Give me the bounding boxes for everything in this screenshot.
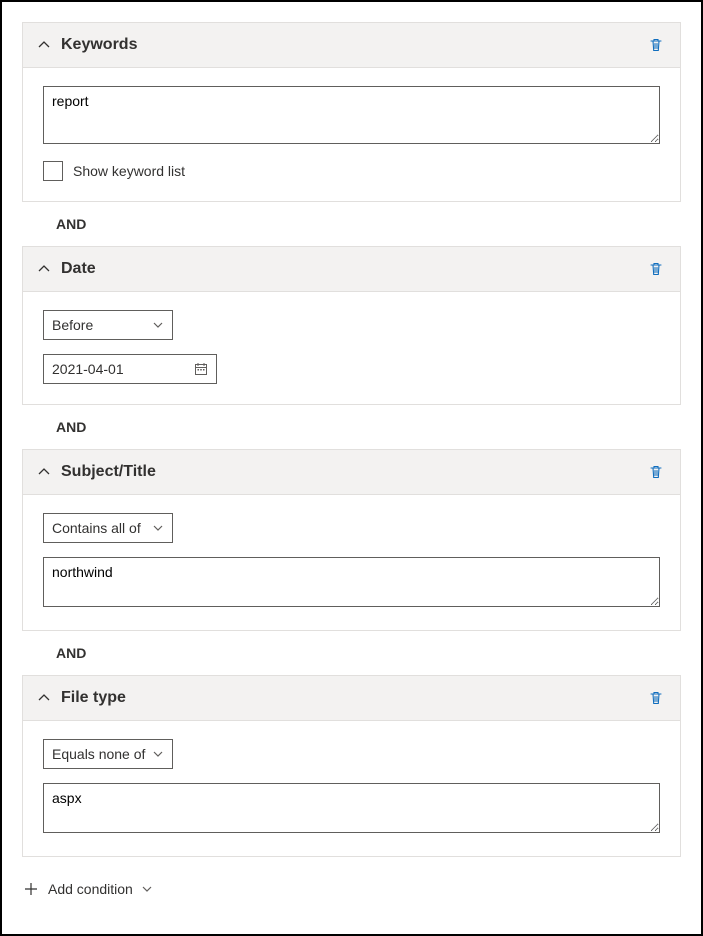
plus-icon [24, 882, 38, 896]
chevron-down-icon [141, 883, 153, 895]
select-value: Contains all of [52, 520, 141, 536]
trash-icon[interactable] [646, 35, 666, 55]
add-condition-label: Add condition [48, 881, 133, 897]
operator-label: AND [56, 645, 681, 661]
card-header[interactable]: File type [23, 676, 680, 721]
card-header[interactable]: Keywords [23, 23, 680, 68]
subject-operator-select[interactable]: Contains all of [43, 513, 173, 543]
card-body: Contains all of [23, 495, 680, 630]
operator-label: AND [56, 419, 681, 435]
date-value: 2021-04-01 [52, 361, 124, 377]
add-condition-button[interactable]: Add condition [22, 877, 681, 901]
trash-icon[interactable] [646, 259, 666, 279]
card-body: Before 2021-04-01 [23, 292, 680, 404]
subject-input[interactable] [43, 557, 660, 607]
card-title: File type [61, 689, 646, 707]
card-header[interactable]: Subject/Title [23, 450, 680, 495]
chevron-down-icon [152, 522, 164, 534]
show-keyword-list-row: Show keyword list [43, 161, 660, 181]
condition-card-filetype: File type Equals none of [22, 675, 681, 857]
card-title: Subject/Title [61, 463, 646, 481]
date-operator-select[interactable]: Before [43, 310, 173, 340]
select-value: Before [52, 317, 93, 333]
card-body: Show keyword list [23, 68, 680, 201]
chevron-down-icon [152, 319, 164, 331]
condition-card-date: Date Before 2021-04-01 [22, 246, 681, 405]
chevron-down-icon [152, 748, 164, 760]
chevron-up-icon [37, 38, 51, 52]
calendar-icon[interactable] [194, 362, 208, 376]
chevron-up-icon [37, 465, 51, 479]
date-input[interactable]: 2021-04-01 [43, 354, 217, 384]
chevron-up-icon [37, 262, 51, 276]
filetype-input[interactable] [43, 783, 660, 833]
card-header[interactable]: Date [23, 247, 680, 292]
card-title: Date [61, 260, 646, 278]
card-body: Equals none of [23, 721, 680, 856]
select-value: Equals none of [52, 746, 145, 762]
filetype-operator-select[interactable]: Equals none of [43, 739, 173, 769]
trash-icon[interactable] [646, 462, 666, 482]
card-title: Keywords [61, 36, 646, 54]
show-keyword-list-checkbox[interactable] [43, 161, 63, 181]
condition-card-keywords: Keywords Show keyword list [22, 22, 681, 202]
condition-card-subject: Subject/Title Contains all of [22, 449, 681, 631]
checkbox-label: Show keyword list [73, 163, 185, 179]
trash-icon[interactable] [646, 688, 666, 708]
keywords-input[interactable] [43, 86, 660, 144]
chevron-up-icon [37, 691, 51, 705]
operator-label: AND [56, 216, 681, 232]
